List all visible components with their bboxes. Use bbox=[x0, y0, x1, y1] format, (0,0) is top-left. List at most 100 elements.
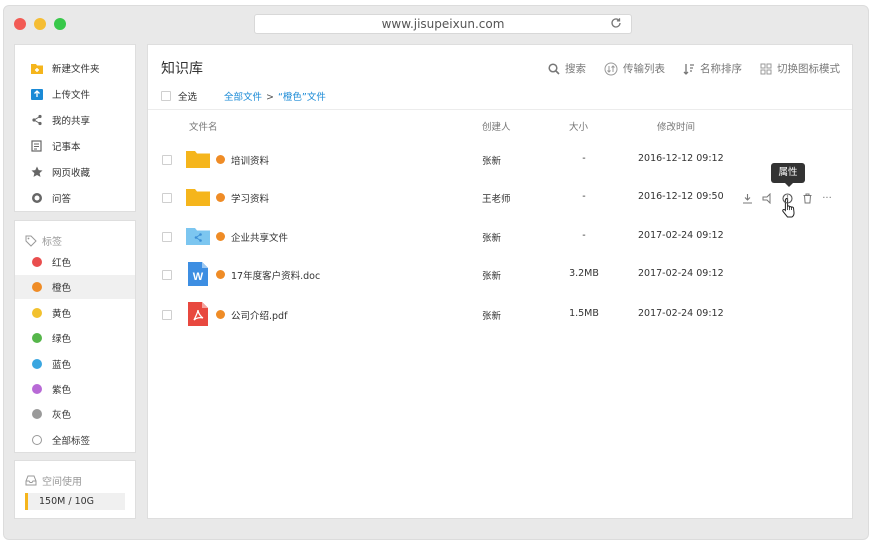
share-icon[interactable] bbox=[760, 191, 774, 205]
word-file-icon: W bbox=[186, 262, 210, 286]
sidebar-tag-4[interactable]: 蓝色 bbox=[15, 352, 135, 376]
sidebar-tag-1[interactable]: 橙色 bbox=[15, 275, 135, 300]
row-checkbox[interactable] bbox=[162, 270, 172, 280]
breadcrumb-all-files[interactable]: 全部文件 bbox=[224, 92, 262, 103]
file-creator: 张新 bbox=[482, 233, 502, 244]
sidebar-tag-3[interactable]: 绿色 bbox=[15, 326, 135, 350]
sidebar-item-new-folder[interactable]: 新建文件夹 bbox=[15, 56, 135, 80]
sidebar-tag-5[interactable]: 紫色 bbox=[15, 377, 135, 401]
breadcrumb: 全部文件 > “橙色”文件 bbox=[224, 89, 326, 103]
file-size: 3.2MB bbox=[569, 268, 599, 279]
folder-icon bbox=[186, 147, 210, 171]
sidebar-tag-label: 蓝色 bbox=[52, 359, 72, 371]
file-name[interactable]: 17年度客户资料.doc bbox=[231, 268, 320, 282]
tag-icon bbox=[25, 235, 37, 247]
file-creator: 张新 bbox=[482, 271, 502, 282]
tags-title: 标签 bbox=[42, 237, 62, 248]
sidebar-tag-label: 黄色 bbox=[52, 308, 72, 320]
new-folder-icon bbox=[31, 62, 43, 74]
sidebar-tag-label: 全部标签 bbox=[52, 435, 91, 447]
search-button[interactable]: 搜索 bbox=[548, 61, 586, 76]
minimize-window-button[interactable] bbox=[34, 18, 46, 30]
info-icon[interactable] bbox=[780, 191, 794, 205]
pdf-file-icon bbox=[186, 302, 210, 326]
column-header-creator[interactable]: 创建人 bbox=[482, 119, 511, 133]
orange-tag-dot bbox=[216, 155, 225, 164]
reload-icon[interactable] bbox=[609, 16, 623, 30]
file-mtime: 2017-02-24 09:12 bbox=[638, 230, 724, 241]
sidebar-actions-panel: 新建文件夹 上传文件 我的共享 记事本 网页收藏 问答 bbox=[14, 44, 136, 212]
tag-color-dot-icon bbox=[31, 332, 43, 344]
sidebar-tag-0[interactable]: 红色 bbox=[15, 250, 135, 274]
sidebar-item-label: 新建文件夹 bbox=[52, 64, 100, 75]
sidebar-item-my-share[interactable]: 我的共享 bbox=[15, 108, 135, 132]
main-panel: 知识库 搜索 传输列表 名称排序 切换图标模式 全选 全部文件 > “橙色”文件… bbox=[147, 44, 853, 519]
tag-color-dot-icon bbox=[31, 281, 43, 293]
file-name[interactable]: 学习资料 bbox=[231, 191, 269, 205]
tag-color-dot-icon bbox=[31, 256, 43, 268]
sidebar-tag-label: 橙色 bbox=[52, 283, 72, 295]
tag-color-dot-icon bbox=[31, 358, 43, 370]
svg-text:W: W bbox=[193, 271, 204, 283]
page-title: 知识库 bbox=[161, 61, 203, 77]
sidebar-item-label: 网页收藏 bbox=[52, 168, 91, 179]
file-size: 1.5MB bbox=[569, 308, 599, 319]
file-mtime: 2017-02-24 09:12 bbox=[638, 308, 724, 319]
row-checkbox[interactable] bbox=[162, 232, 172, 242]
address-bar[interactable]: www.jisupeixun.com bbox=[254, 14, 632, 34]
column-header-name[interactable]: 文件名 bbox=[189, 119, 218, 133]
file-mtime: 2016-12-12 09:12 bbox=[638, 153, 724, 164]
row-checkbox[interactable] bbox=[162, 193, 172, 203]
file-size: - bbox=[582, 230, 586, 241]
file-creator: 王老师 bbox=[482, 194, 511, 205]
close-window-button[interactable] bbox=[14, 18, 26, 30]
transfer-list-button[interactable]: 传输列表 bbox=[604, 61, 665, 76]
sidebar-tag-7[interactable]: 全部标签 bbox=[15, 428, 135, 452]
sidebar-item-qa[interactable]: 问答 bbox=[15, 186, 135, 210]
breadcrumb-current[interactable]: “橙色”文件 bbox=[278, 92, 326, 103]
maximize-window-button[interactable] bbox=[54, 18, 66, 30]
more-icon[interactable]: ··· bbox=[820, 191, 834, 205]
sidebar-tag-6[interactable]: 灰色 bbox=[15, 402, 135, 426]
tag-color-dot-icon bbox=[31, 408, 43, 420]
file-row[interactable]: 培训资料 张新 - 2016-12-12 09:12 bbox=[148, 141, 852, 179]
row-checkbox[interactable] bbox=[162, 310, 172, 320]
qa-icon bbox=[31, 192, 43, 204]
file-row[interactable]: 学习资料 王老师 - 2016-12-12 09:50 ··· bbox=[148, 179, 852, 217]
tag-color-dot-icon bbox=[31, 307, 43, 319]
sidebar-item-bookmarks[interactable]: 网页收藏 bbox=[15, 160, 135, 184]
orange-tag-dot bbox=[216, 270, 225, 279]
header-divider bbox=[148, 109, 852, 110]
orange-tag-dot bbox=[216, 310, 225, 319]
tag-color-dot-icon bbox=[31, 434, 43, 446]
sidebar-item-notepad[interactable]: 记事本 bbox=[15, 134, 135, 158]
row-checkbox[interactable] bbox=[162, 155, 172, 165]
sort-label: 名称排序 bbox=[700, 63, 742, 75]
storage-panel: 空间使用 150M / 10G bbox=[14, 460, 136, 519]
sidebar-item-label: 我的共享 bbox=[52, 116, 91, 127]
file-name[interactable]: 公司介绍.pdf bbox=[231, 308, 287, 322]
share-icon bbox=[31, 114, 43, 126]
file-row[interactable]: 公司介绍.pdf 张新 1.5MB 2017-02-24 09:12 bbox=[148, 296, 852, 334]
column-header-size[interactable]: 大小 bbox=[569, 119, 588, 133]
file-row[interactable]: 企业共享文件 张新 - 2017-02-24 09:12 bbox=[148, 218, 852, 256]
sort-by-name-button[interactable]: 名称排序 bbox=[683, 61, 742, 76]
sidebar-tag-2[interactable]: 黄色 bbox=[15, 301, 135, 325]
select-all-checkbox[interactable] bbox=[161, 91, 171, 101]
shared-folder-icon bbox=[186, 224, 210, 248]
tags-panel: 标签 红色橙色黄色绿色蓝色紫色 灰色全部标签 bbox=[14, 220, 136, 453]
switch-view-button[interactable]: 切换图标模式 bbox=[760, 61, 840, 76]
file-name[interactable]: 企业共享文件 bbox=[231, 230, 288, 244]
file-creator: 张新 bbox=[482, 156, 502, 167]
sidebar-tag-label: 红色 bbox=[52, 258, 72, 269]
delete-icon[interactable] bbox=[800, 191, 814, 205]
file-row[interactable]: W 17年度客户资料.doc 张新 3.2MB 2017-02-24 09:12 bbox=[148, 256, 852, 294]
search-label: 搜索 bbox=[565, 63, 586, 75]
sidebar-item-label: 记事本 bbox=[52, 142, 81, 153]
sidebar-item-upload[interactable]: 上传文件 bbox=[15, 82, 135, 106]
file-name[interactable]: 培训资料 bbox=[231, 153, 269, 167]
column-header-mtime[interactable]: 修改时间 bbox=[657, 119, 695, 133]
storage-usage-bar: 150M / 10G bbox=[25, 493, 125, 510]
file-mtime: 2016-12-12 09:50 bbox=[638, 191, 724, 202]
download-icon[interactable] bbox=[740, 191, 754, 205]
